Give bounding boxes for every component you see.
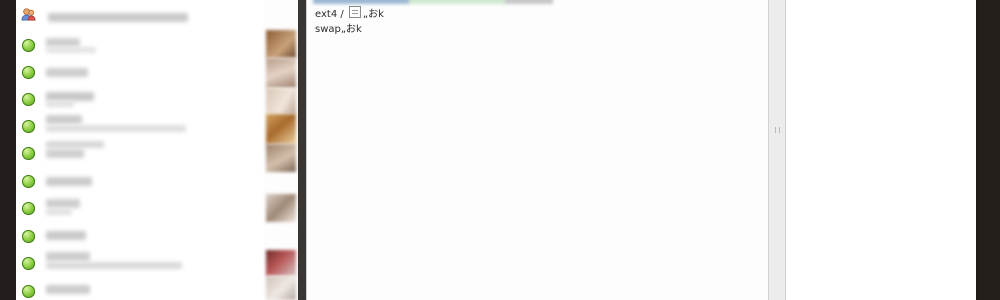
online-status-icon <box>22 120 35 133</box>
online-status-icon <box>22 202 35 215</box>
avatar[interactable] <box>266 144 296 172</box>
unknown-glyph-icon <box>348 6 361 18</box>
contact-row[interactable] <box>16 60 264 86</box>
contact-row[interactable] <box>16 141 264 167</box>
log-line: swap„おk <box>315 23 362 37</box>
group-icon <box>21 8 36 21</box>
contact-name-redacted <box>48 13 188 22</box>
log-line-cutoff <box>313 0 553 4</box>
contact-name-redacted <box>46 177 92 186</box>
contact-name-redacted <box>46 231 86 240</box>
online-status-icon <box>22 257 35 270</box>
online-status-icon <box>22 93 35 106</box>
online-status-icon <box>22 66 35 79</box>
avatar[interactable] <box>266 250 296 276</box>
avatar[interactable] <box>266 114 296 144</box>
log-line-suffix: „おk <box>362 9 384 20</box>
contact-name-redacted <box>46 285 90 294</box>
avatar-column <box>264 0 298 300</box>
contact-row[interactable] <box>16 114 264 140</box>
contact-list-window <box>16 0 298 300</box>
online-status-icon <box>22 175 35 188</box>
contact-row[interactable] <box>16 279 264 300</box>
contact-name-redacted <box>46 252 90 261</box>
side-pane <box>786 0 976 300</box>
contact-name-redacted <box>46 141 104 148</box>
desktop-background-right <box>978 0 1000 300</box>
contact-status-redacted <box>46 149 84 158</box>
contact-row[interactable] <box>16 251 264 277</box>
avatar[interactable] <box>266 194 296 222</box>
contact-status-redacted <box>46 209 72 215</box>
contact-name-redacted <box>46 199 80 208</box>
online-status-icon <box>22 147 35 160</box>
contact-status-redacted <box>46 47 96 53</box>
contact-group-row[interactable] <box>16 4 264 30</box>
avatar[interactable] <box>266 30 296 58</box>
contact-status-redacted <box>46 125 186 132</box>
avatar[interactable] <box>266 58 296 88</box>
log-line-text: swap„おk <box>315 24 362 35</box>
contact-row[interactable] <box>16 33 264 59</box>
log-line: ext4 / „おk <box>315 6 384 22</box>
chat-log-pane[interactable]: ext4 / „おk swap„おk <box>306 0 769 300</box>
desktop-background-left <box>0 0 16 300</box>
avatar[interactable] <box>266 276 296 300</box>
avatar[interactable] <box>266 88 296 114</box>
contact-row[interactable] <box>16 224 264 250</box>
contact-name-redacted <box>46 115 82 124</box>
contact-list[interactable] <box>16 0 264 300</box>
contact-row[interactable] <box>16 169 264 195</box>
contact-row[interactable] <box>16 87 264 113</box>
log-line-prefix: ext4 / <box>315 9 347 20</box>
online-status-icon <box>22 39 35 52</box>
pane-splitter[interactable] <box>768 0 786 300</box>
contact-name-redacted <box>46 38 80 47</box>
contact-name-redacted <box>46 92 94 101</box>
contact-status-redacted <box>46 262 182 269</box>
window-border <box>298 0 306 300</box>
contact-row[interactable] <box>16 196 264 222</box>
contact-status-redacted <box>46 101 74 107</box>
splitter-grip-icon[interactable] <box>775 127 780 133</box>
online-status-icon <box>22 230 35 243</box>
contact-name-redacted <box>46 68 88 77</box>
online-status-icon <box>22 285 35 298</box>
